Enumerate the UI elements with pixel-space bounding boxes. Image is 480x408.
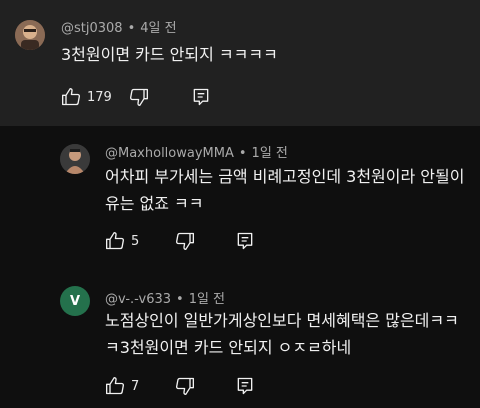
avatar-letter: V	[69, 293, 81, 309]
dislike-button[interactable]	[175, 229, 195, 253]
like-count: 179	[87, 89, 112, 105]
author-handle[interactable]: @stj0308	[61, 21, 123, 36]
avatar[interactable]	[60, 144, 90, 174]
comment-meta: @stj0308 • 4일 전	[61, 17, 177, 36]
comment-text: 어차피 부가세는 금액 비례고정인데 3천원이라 안될이 유는 없죠 ㅋㅋ	[105, 163, 464, 217]
thumb-up-icon	[106, 232, 125, 250]
reply-icon	[237, 232, 253, 250]
thumb-down-icon	[176, 377, 194, 395]
reply-icon	[193, 88, 209, 106]
comment-time[interactable]: 1일 전	[252, 146, 288, 161]
comment-time[interactable]: 4일 전	[140, 21, 176, 36]
comment-line: 노점상인이 일반가게상인보다 면세혜택은 많은데ㅋㅋ	[105, 311, 459, 330]
comment-meta: @MaxhollowayMMA • 1일 전	[105, 142, 288, 161]
meta-separator: •	[176, 292, 184, 307]
reply-button[interactable]	[235, 374, 255, 398]
comment-actions: 5	[105, 229, 285, 253]
comment-meta: @v-.-v633 • 1일 전	[105, 288, 225, 307]
thumb-down-icon	[176, 232, 194, 250]
comment-line: 어차피 부가세는 금액 비례고정인데 3천원이라 안될이	[105, 167, 465, 186]
thumb-down-icon	[130, 88, 148, 107]
author-handle[interactable]: @MaxhollowayMMA	[105, 146, 234, 161]
dislike-button[interactable]	[129, 85, 149, 109]
meta-separator: •	[238, 146, 247, 161]
like-button[interactable]: 7	[105, 374, 139, 398]
comment-text: 노점상인이 일반가게상인보다 면세혜택은 많은데ㅋㅋ ㅋ3천원이면 카드 안되지…	[105, 307, 459, 361]
reply-button[interactable]	[235, 229, 255, 253]
comment-time[interactable]: 1일 전	[189, 292, 225, 307]
reply-button[interactable]	[191, 85, 211, 109]
comment-line: 3천원이면 카드 안되지 ㅋㅋㅋㅋ	[61, 45, 278, 64]
avatar[interactable]: V	[60, 286, 90, 316]
thumb-up-icon	[106, 377, 125, 395]
avatar-photo-icon	[15, 20, 45, 50]
like-count: 5	[131, 233, 140, 249]
dislike-button[interactable]	[175, 374, 195, 398]
author-handle[interactable]: @v-.-v633	[105, 292, 171, 307]
comment-text: 3천원이면 카드 안되지 ㅋㅋㅋㅋ	[61, 41, 278, 68]
comment-actions: 7	[105, 374, 285, 398]
avatar[interactable]	[15, 20, 45, 50]
comment-line: 유는 없죠 ㅋㅋ	[105, 194, 204, 213]
like-count: 7	[131, 378, 140, 394]
thumb-up-icon	[62, 88, 81, 106]
comment-actions: 179	[61, 85, 241, 109]
reply-icon	[237, 377, 253, 395]
top-comment-panel: @stj0308 • 4일 전 3천원이면 카드 안되지 ㅋㅋㅋㅋ 179	[0, 0, 480, 126]
avatar-photo-icon	[60, 144, 90, 174]
like-button[interactable]: 5	[105, 229, 139, 253]
meta-separator: •	[127, 21, 136, 36]
replies-panel: @MaxhollowayMMA • 1일 전 어차피 부가세는 금액 비례고정인데 …	[0, 126, 480, 408]
like-button[interactable]: 179	[61, 85, 112, 109]
comment-line: ㅋ3천원이면 카드 안되지 ㅇㅈㄹ하네	[105, 338, 352, 357]
